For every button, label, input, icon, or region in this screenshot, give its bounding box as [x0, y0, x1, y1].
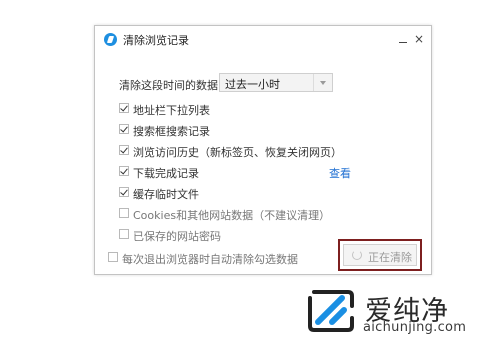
option-label: Cookies和其他网站数据（不建议清理） — [133, 209, 331, 222]
checkbox[interactable] — [119, 187, 129, 197]
time-range-select[interactable]: 过去一小时 — [219, 73, 333, 92]
option-label: 下载完成记录 — [133, 167, 199, 180]
checkbox[interactable] — [119, 208, 129, 218]
spinner-icon — [352, 250, 362, 260]
option-label: 浏览访问历史（新标签页、恢复关闭网页） — [133, 146, 342, 159]
option-label: 搜索框搜索记录 — [133, 125, 210, 138]
clearing-button-highlight: 正在清除 — [338, 239, 422, 271]
chevron-down-icon[interactable] — [313, 74, 332, 91]
screenshot-stage: 清除浏览记录 × 清除这段时间的数据： 过去一小时 地址栏下拉列表 搜索框搜索记… — [0, 0, 500, 340]
clearing-button-label: 正在清除 — [368, 251, 412, 264]
option-label: 地址栏下拉列表 — [133, 104, 210, 117]
time-range-value: 过去一小时 — [225, 78, 280, 91]
option-label: 缓存临时文件 — [133, 188, 199, 201]
checkbox[interactable] — [119, 229, 129, 239]
checkbox[interactable] — [108, 252, 118, 262]
watermark-logo-icon — [308, 290, 354, 332]
time-range-label: 清除这段时间的数据： — [119, 79, 229, 92]
checkbox[interactable] — [119, 166, 129, 176]
clearing-button[interactable]: 正在清除 — [343, 244, 417, 266]
clear-browsing-data-dialog: 清除浏览记录 × 清除这段时间的数据： 过去一小时 地址栏下拉列表 搜索框搜索记… — [94, 25, 432, 275]
close-button[interactable]: × — [410, 30, 428, 48]
browser-logo-icon — [104, 33, 117, 46]
checkbox[interactable] — [119, 124, 129, 134]
option-label: 已保存的网站密码 — [133, 230, 221, 243]
watermark-domain: aichunjing.com — [363, 320, 467, 335]
option-label: 每次退出浏览器时自动清除勾选数据 — [122, 253, 298, 266]
dialog-titlebar: 清除浏览记录 × — [95, 26, 431, 53]
checkbox[interactable] — [119, 103, 129, 113]
dialog-title: 清除浏览记录 — [123, 34, 189, 47]
checkbox[interactable] — [119, 145, 129, 155]
view-history-link[interactable]: 查看 — [329, 165, 351, 181]
